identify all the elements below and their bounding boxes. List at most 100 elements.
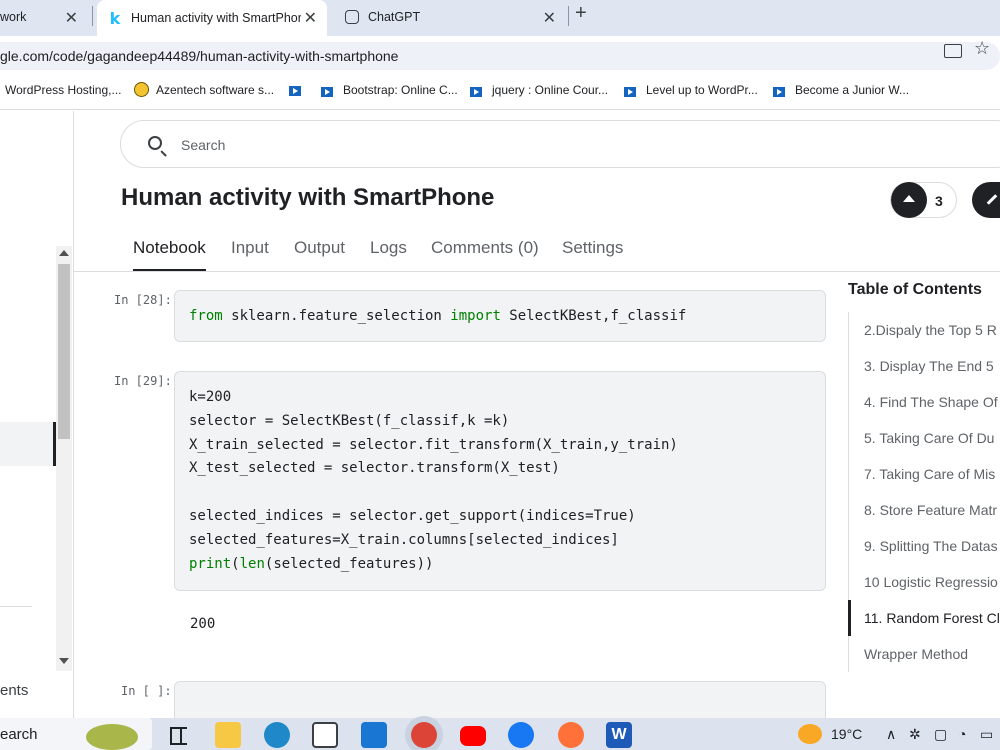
file-explorer-icon[interactable]: [215, 722, 241, 748]
toc-item[interactable]: Wrapper Method: [848, 636, 1000, 672]
toc-item[interactable]: 8. Store Feature Matr: [848, 492, 1000, 528]
browser-tab-kaggle[interactable]: k Human activity with SmartPhon ✕: [97, 0, 327, 36]
video-bookmark-icon: [624, 86, 636, 97]
youtube-icon[interactable]: [460, 726, 486, 746]
bookmark-item[interactable]: WordPress Hosting,...: [5, 83, 121, 97]
video-bookmark-icon: [773, 86, 785, 97]
scrollbar[interactable]: [56, 246, 72, 671]
weather-icon[interactable]: [798, 724, 822, 744]
cell-prompt: In [28]:: [114, 293, 172, 307]
browser-tab-chatgpt[interactable]: ChatGPT ✕: [334, 0, 566, 34]
tab-label: Human activity with SmartPhon: [131, 11, 301, 25]
sidebar-divider: [0, 606, 32, 607]
tab-settings[interactable]: Settings: [562, 238, 623, 272]
code-block: k=200 selector = SelectKBest(f_classif,k…: [189, 389, 678, 572]
bookmark-label: jquery : Online Cour...: [492, 83, 609, 97]
video-bookmark-icon: [321, 86, 333, 97]
tray-app-icon[interactable]: ✲: [909, 726, 921, 743]
bookmark-item[interactable]: Level up to WordPr...: [624, 83, 758, 97]
code-cell[interactable]: from sklearn.feature_selection import Se…: [174, 290, 826, 342]
url-text: gle.com/code/gagandeep44489/human-activi…: [0, 48, 399, 64]
video-bookmark-icon: [470, 86, 482, 97]
upvote-count: 3: [935, 193, 943, 209]
tray-chevron-icon[interactable]: ∧: [886, 726, 896, 743]
kaggle-icon: k: [109, 8, 121, 28]
bookmark-item[interactable]: [289, 86, 311, 96]
tab-logs[interactable]: Logs: [370, 238, 407, 272]
mail-icon[interactable]: [361, 722, 387, 748]
taskbar-search-label: earch: [0, 726, 38, 743]
tab-comments[interactable]: Comments (0): [431, 238, 539, 272]
toc-item[interactable]: 7. Taking Care of Mis: [848, 456, 1000, 492]
scroll-down-icon[interactable]: [59, 658, 69, 664]
tab-label: work: [0, 10, 27, 24]
sidebar-item-label[interactable]: ents: [0, 682, 28, 699]
edit-button[interactable]: [972, 182, 1000, 218]
cell-output: 200: [190, 616, 216, 632]
tab-notebook[interactable]: Notebook: [133, 238, 206, 272]
close-tab-icon[interactable]: ✕: [304, 8, 317, 28]
toc-item[interactable]: 10 Logistic Regressio: [848, 564, 1000, 600]
bookmark-label: Azentech software s...: [156, 82, 275, 97]
toc-title: Table of Contents: [848, 281, 982, 298]
toc-item[interactable]: 3. Display The End 5: [848, 348, 1000, 384]
tab-separator: [92, 6, 93, 26]
bookmark-label: WordPress Hosting,...: [5, 83, 122, 97]
scrollbar-thumb[interactable]: [58, 264, 70, 439]
bookmark-label: Become a Junior W...: [795, 83, 910, 97]
tabs-divider: [74, 271, 1000, 272]
bookmark-item[interactable]: Azentech software s...: [134, 82, 274, 97]
video-bookmark-icon: [289, 86, 301, 96]
search-highlight-image: [86, 724, 138, 750]
bookmark-star-icon[interactable]: ☆: [974, 38, 990, 59]
tab-output[interactable]: Output: [294, 238, 345, 272]
store-icon[interactable]: [312, 722, 338, 748]
tab-input[interactable]: Input: [231, 238, 269, 272]
toc-item[interactable]: 5. Taking Care Of Du: [848, 420, 1000, 456]
code-cell[interactable]: k=200 selector = SelectKBest(f_classif,k…: [174, 371, 826, 591]
wifi-icon[interactable]: ◔: [958, 726, 966, 742]
browser-tab-work[interactable]: work ✕: [0, 0, 88, 34]
chatgpt-icon: [344, 9, 360, 25]
task-view-icon[interactable]: [166, 722, 192, 748]
azentech-logo-icon: [134, 82, 149, 97]
upvote-widget: 3: [890, 182, 957, 218]
toc-item[interactable]: 9. Splitting The Datas: [848, 528, 1000, 564]
page-title: Human activity with SmartPhone: [121, 184, 495, 211]
tray-device-icon[interactable]: ▢: [934, 726, 947, 743]
close-tab-icon[interactable]: ✕: [543, 8, 556, 28]
battery-icon[interactable]: ▭: [980, 726, 993, 743]
cell-prompt: In [ ]:: [121, 684, 172, 698]
edge-icon[interactable]: [264, 722, 290, 748]
new-tab-button[interactable]: +: [575, 2, 587, 25]
address-bar-row: gle.com/code/gagandeep44489/human-activi…: [0, 36, 1000, 74]
search-bar: [120, 120, 1000, 168]
tab-label: ChatGPT: [368, 10, 421, 24]
sidebar-active-item[interactable]: [0, 422, 56, 466]
weather-temp[interactable]: 19°C: [831, 726, 862, 742]
bookmarks-bar: WordPress Hosting,... Azentech software …: [0, 74, 1000, 110]
toc-item[interactable]: 4. Find The Shape Of: [848, 384, 1000, 420]
browser-tab-strip: work ✕ k Human activity with SmartPhon ✕…: [0, 0, 1000, 36]
chrome-icon[interactable]: [411, 722, 437, 748]
toc-item[interactable]: 2.Dispaly the Top 5 R: [848, 312, 1000, 348]
firefox-icon[interactable]: [558, 722, 584, 748]
cell-prompt: In [29]:: [114, 374, 172, 388]
scroll-up-icon[interactable]: [59, 250, 69, 256]
word-icon[interactable]: W: [606, 722, 632, 748]
search-input[interactable]: [181, 133, 681, 157]
bookmark-item[interactable]: Become a Junior W...: [773, 83, 910, 97]
bookmark-label: Level up to WordPr...: [646, 83, 758, 97]
close-tab-icon[interactable]: ✕: [65, 8, 78, 28]
toc-item-active[interactable]: 11. Random Forest Cl: [848, 600, 1000, 636]
windows-taskbar: earch W 19°C ∧ ✲ ▢ ◔ ▭: [0, 718, 1000, 750]
url-field[interactable]: gle.com/code/gagandeep44489/human-activi…: [0, 42, 1000, 70]
taskbar-search[interactable]: earch: [0, 718, 152, 750]
bookmark-label: Bootstrap: Online C...: [343, 83, 458, 97]
facebook-icon[interactable]: [508, 722, 534, 748]
tab-separator: [568, 6, 569, 26]
bookmark-item[interactable]: Bootstrap: Online C...: [321, 83, 458, 97]
upvote-button[interactable]: [891, 182, 927, 218]
install-app-icon[interactable]: [944, 44, 962, 58]
bookmark-item[interactable]: jquery : Online Cour...: [470, 83, 609, 97]
